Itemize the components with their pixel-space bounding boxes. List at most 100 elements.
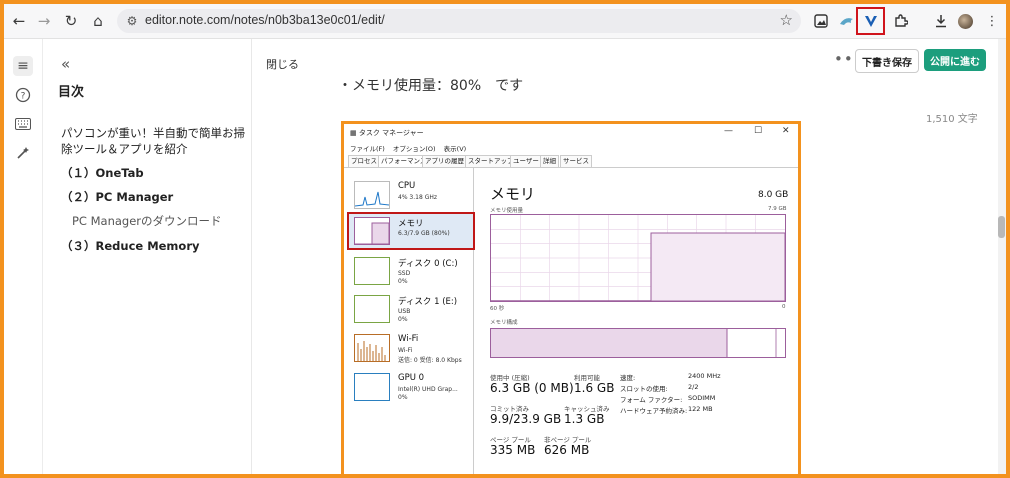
toc-item[interactable]: （２）PC Manager — [61, 189, 173, 205]
tm-tab: プロセス — [348, 155, 380, 167]
taskmanager-menu: ファイル(F) オプション(O) 表示(V) — [350, 143, 472, 153]
resource-stat: USB — [398, 308, 411, 315]
stat-label: フォーム ファクター: — [620, 396, 683, 404]
resource-name: Wi-Fi — [398, 334, 419, 344]
memory-heading: メモリ — [490, 185, 536, 203]
resource-name: ディスク 1 (E:) — [398, 297, 458, 307]
toc-item[interactable]: （３）Reduce Memory — [61, 238, 200, 254]
left-rail: ≡ ? — [4, 39, 43, 474]
reload-icon[interactable]: ↻ — [59, 9, 83, 33]
browser-window: ← → ↻ ⌂ ⚙ editor.note.com/notes/n0b3ba13… — [4, 4, 1006, 474]
help-icon[interactable]: ? — [13, 85, 33, 105]
toc-list-icon[interactable]: ≡ — [13, 56, 33, 76]
menu-item: 表示(V) — [443, 145, 467, 153]
image-extension-icon[interactable] — [809, 9, 833, 33]
embedded-screenshot: ▦ タスク マネージャー — ☐ ✕ ファイル(F) オプション(O) 表示(V… — [341, 121, 801, 474]
resource-stat: 0% — [398, 278, 408, 285]
memory-composition-bar — [490, 328, 786, 358]
menu-item: ファイル(F) — [350, 145, 385, 153]
toc-item[interactable]: （１）OneTab — [61, 165, 144, 181]
collapse-chevrons-icon[interactable]: « — [61, 55, 70, 73]
browser-toolbar: ← → ↻ ⌂ ⚙ editor.note.com/notes/n0b3ba13… — [4, 4, 1006, 39]
extensions-puzzle-icon[interactable] — [889, 9, 913, 33]
body-text[interactable]: ・メモリ使用量：80% です — [338, 75, 523, 95]
resource-stat: 送信: 0 受信: 8.0 Kbps — [398, 357, 462, 364]
stat-value: 335 MB — [490, 443, 536, 457]
publish-button[interactable]: 公開に進む — [924, 49, 986, 71]
divider — [344, 167, 798, 168]
stat-value: 626 MB — [544, 443, 590, 457]
toc-title: 目次 — [58, 85, 85, 100]
resource-stat: 6.3/7.9 GB (80%) — [398, 230, 450, 237]
toc-item[interactable]: パソコンが重い！半自動で簡単お掃除ツール＆アプリを紹介 — [61, 125, 251, 157]
toc-item[interactable]: PC Managerのダウンロード — [72, 213, 222, 229]
resource-memory: メモリ 6.3/7.9 GB (80%) — [350, 214, 474, 248]
tm-tab: サービス — [560, 155, 592, 167]
cpu-thumbnail — [354, 181, 390, 209]
stat-value: SODIMM — [688, 394, 716, 402]
close-icon: ✕ — [782, 126, 790, 136]
address-bar[interactable]: ⚙ editor.note.com/notes/n0b3ba13e0c01/ed… — [117, 9, 801, 33]
page-scrollbar[interactable] — [998, 39, 1006, 474]
wifi-thumbnail — [354, 334, 390, 362]
close-button[interactable]: 閉じる — [266, 56, 299, 72]
stat-value: 2/2 — [688, 383, 699, 391]
resource-name: CPU — [398, 181, 416, 191]
gpu-thumbnail — [354, 373, 390, 401]
tm-tab: ユーザー — [510, 155, 542, 167]
back-arrow-icon[interactable]: ← — [7, 9, 31, 33]
magic-wand-icon[interactable] — [13, 143, 33, 163]
table-of-contents: « 目次 パソコンが重い！半自動で簡単お掃除ツール＆アプリを紹介 （１）OneT… — [43, 39, 252, 474]
composition-label: メモリ構成 — [490, 320, 518, 326]
bookmark-star-icon[interactable]: ☆ — [780, 11, 793, 29]
disk-thumbnail — [354, 295, 390, 323]
taskmanager-title: ▦ タスク マネージャー — [350, 129, 424, 137]
v-extension-icon[interactable] — [856, 7, 885, 35]
keyboard-icon[interactable] — [13, 114, 33, 134]
resource-stat: Intel(R) UHD Grap... — [398, 386, 458, 393]
stat-value: 122 MB — [688, 405, 713, 413]
stat-label: 速度: — [620, 374, 636, 382]
maximize-icon: ☐ — [754, 126, 763, 136]
resource-disk1: ディスク 1 (E:) USB 0% — [350, 292, 474, 326]
scroll-thumb[interactable] — [998, 216, 1005, 238]
menu-item: オプション(O) — [392, 145, 436, 153]
save-draft-button[interactable]: 下書き保存 — [855, 49, 919, 73]
resource-name: メモリ — [398, 219, 424, 229]
svg-text:?: ? — [21, 92, 26, 102]
tm-tab: 詳細 — [540, 155, 559, 167]
stat-value: 9.9/23.9 GB — [490, 412, 562, 426]
resource-name: GPU 0 — [398, 373, 425, 383]
minimize-icon: — — [724, 126, 733, 136]
resource-name: ディスク 0 (C:) — [398, 259, 458, 269]
disk-thumbnail — [354, 257, 390, 285]
stat-label: スロットの使用: — [620, 385, 668, 393]
resource-wifi: Wi-Fi Wi-Fi 送信: 0 受信: 8.0 Kbps — [350, 331, 474, 365]
resource-gpu: GPU 0 Intel(R) UHD Grap... 0% — [350, 370, 474, 404]
forward-arrow-icon[interactable]: → — [32, 9, 56, 33]
site-settings-icon[interactable]: ⚙ — [123, 12, 141, 30]
stat-value: 2400 MHz — [688, 372, 721, 380]
stat-value: 1.6 GB — [574, 381, 615, 395]
resource-stat: Wi-Fi — [398, 347, 413, 354]
usage-max: 7.9 GB — [768, 206, 787, 212]
memory-thumbnail — [354, 217, 390, 245]
resource-stat: 0% — [398, 394, 408, 401]
resource-stat: SSD — [398, 270, 411, 277]
usage-label: メモリ使用量 — [490, 208, 524, 214]
stat-label: ハードウェア予約済み: — [620, 407, 688, 415]
stat-value: 6.3 GB (0 MB) — [490, 381, 574, 395]
axis-left: 60 秒 — [490, 306, 505, 312]
char-count: 1,510 文字 — [926, 114, 978, 125]
home-icon[interactable]: ⌂ — [86, 9, 110, 33]
browser-menu-icon[interactable]: ⋮ — [980, 9, 1004, 33]
axis-right: 0 — [782, 304, 786, 310]
url-text[interactable]: editor.note.com/notes/n0b3ba13e0c01/edit… — [145, 13, 385, 27]
tm-tab: スタートアップ — [465, 155, 517, 167]
memory-total: 8.0 GB — [758, 190, 789, 200]
resource-disk0: ディスク 0 (C:) SSD 0% — [350, 254, 474, 288]
tm-tab: アプリの履歴 — [422, 155, 467, 167]
profile-avatar[interactable] — [958, 14, 973, 29]
download-icon[interactable] — [929, 9, 953, 33]
stat-value: 1.3 GB — [564, 412, 605, 426]
